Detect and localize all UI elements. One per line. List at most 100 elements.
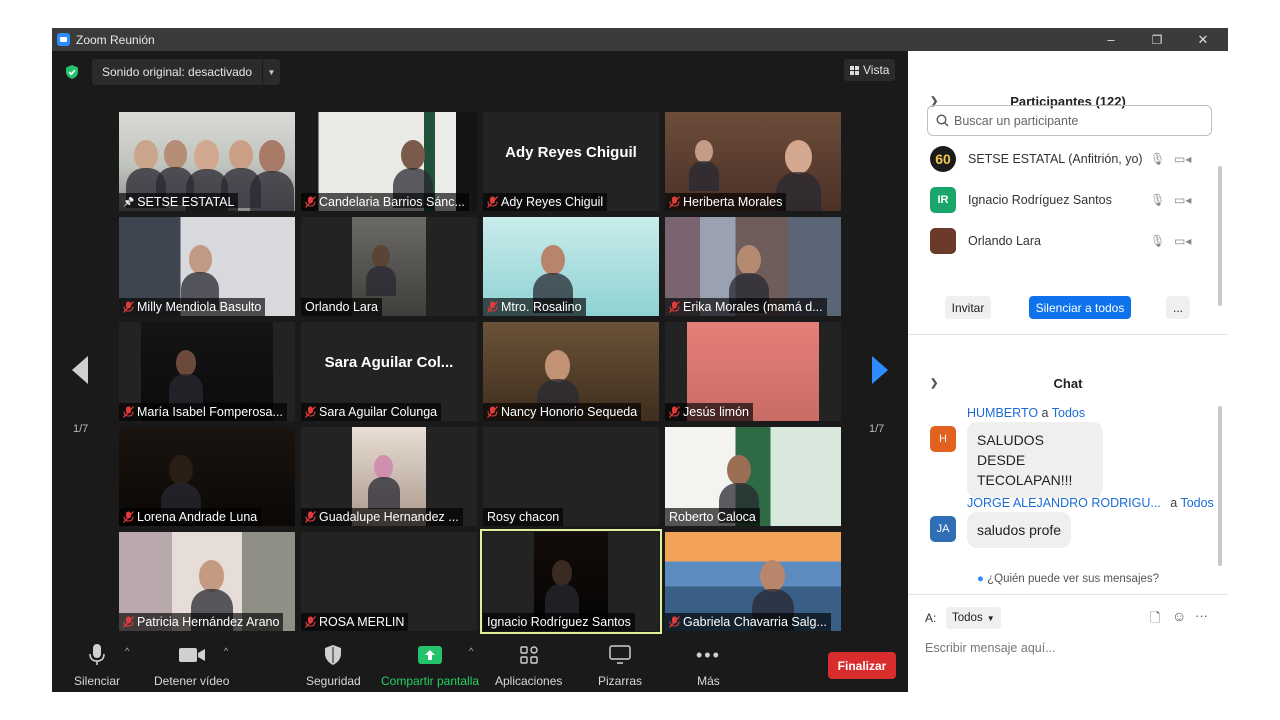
video-camera-icon xyxy=(178,648,205,662)
minimize-button[interactable]: – xyxy=(1088,28,1134,51)
microphone-icon[interactable]: 🎙 xyxy=(1150,193,1165,207)
muted-microphone-icon xyxy=(669,301,680,313)
encryption-shield-icon[interactable] xyxy=(65,65,79,79)
who-can-see-label: ¿Quién puede ver sus mensajes? xyxy=(987,573,1160,585)
share-options-caret-icon[interactable]: ^ xyxy=(469,646,473,656)
chat-sender: JORGE ALEJANDRO RODRIGU... a Todos xyxy=(967,496,1214,510)
previous-page-arrow-icon[interactable] xyxy=(72,356,88,384)
recipient-name: Todos xyxy=(1180,496,1214,510)
participant-tile[interactable]: Heriberta Morales xyxy=(665,112,841,211)
chat-scrollbar[interactable] xyxy=(1218,406,1222,566)
participant-row[interactable]: 60 SETSE ESTATAL (Anfitrión, yo) 🎙 ▭◂ xyxy=(930,145,1210,173)
close-button[interactable]: ✕ xyxy=(1180,28,1226,51)
participant-tile[interactable]: Jesús limón xyxy=(665,322,841,421)
participant-tile[interactable]: Rosy chacon xyxy=(483,427,659,526)
participants-more-button[interactable]: ... xyxy=(1166,296,1190,319)
muted-microphone-icon xyxy=(669,616,680,628)
participant-tile[interactable]: Candelaria Barrios Sánc... xyxy=(301,112,477,211)
participant-tile[interactable]: Gabriela Chavarria Salg... xyxy=(665,532,841,631)
mute-all-button[interactable]: Silenciar a todos xyxy=(1029,296,1131,319)
view-button[interactable]: Vista xyxy=(844,59,896,81)
participant-tile[interactable]: Nancy Honorio Sequeda xyxy=(483,322,659,421)
avatar: JA xyxy=(930,516,956,542)
chevron-down-icon[interactable]: ▼ xyxy=(262,59,280,85)
participant-tile[interactable]: 📌 SETSE ESTATAL xyxy=(119,112,295,211)
participant-search-input[interactable]: Buscar un participante xyxy=(927,105,1212,136)
participant-tile[interactable]: María Isabel Fomperosa... xyxy=(119,322,295,421)
recipient-name: Todos xyxy=(1051,406,1086,420)
muted-microphone-icon xyxy=(305,196,316,208)
participant-name: Erika Morales (mamá d... xyxy=(683,300,823,314)
participant-name: Guadalupe Hernandez ... xyxy=(319,510,459,524)
avatar: IR xyxy=(930,187,956,213)
person-silhouette xyxy=(785,140,812,174)
participant-name-tag: Guadalupe Hernandez ... xyxy=(301,508,463,526)
participant-tile[interactable]: Ignacio Rodríguez Santos xyxy=(480,529,662,634)
participant-tile[interactable]: Sara Aguilar Col... Sara Aguilar Colunga xyxy=(301,322,477,421)
person-silhouette xyxy=(401,140,425,170)
participant-tile[interactable]: Mtro. Rosalino xyxy=(483,217,659,316)
grid-view-icon xyxy=(850,65,859,75)
video-camera-icon[interactable]: ▭◂ xyxy=(1174,152,1191,166)
microphone-icon[interactable]: 🎙 xyxy=(1150,234,1165,248)
security-button[interactable]: Seguridad xyxy=(306,640,361,688)
recipient-select[interactable]: Todos ▼ xyxy=(946,607,1001,629)
person-silhouette xyxy=(552,560,573,586)
muted-microphone-icon xyxy=(123,406,134,418)
participant-name-tag: Mtro. Rosalino xyxy=(483,298,586,316)
search-placeholder: Buscar un participante xyxy=(954,113,1079,128)
original-sound-toggle[interactable]: Sonido original: desactivado ▼ xyxy=(92,59,280,85)
restore-button[interactable]: ❐ xyxy=(1134,28,1180,51)
file-icon[interactable]: 🗋 xyxy=(1150,609,1160,631)
participant-tile[interactable]: ROSA MERLIN xyxy=(301,532,477,631)
chat-message-input[interactable]: Escribir mensaje aquí... xyxy=(925,641,1056,655)
more-button[interactable]: ••• Más xyxy=(696,640,721,689)
participant-tile[interactable]: Lorena Andrade Luna xyxy=(119,427,295,526)
participant-tile[interactable]: Orlando Lara xyxy=(301,217,477,316)
participant-display-name: Ady Reyes Chiguil xyxy=(505,144,637,161)
audio-options-caret-icon[interactable]: ^ xyxy=(125,646,129,656)
participant-name: ROSA MERLIN xyxy=(319,615,405,629)
participant-tile[interactable]: Guadalupe Hernandez ... xyxy=(301,427,477,526)
participant-name-tag: ROSA MERLIN xyxy=(301,613,409,631)
side-panel: ❯ Participantes (122) Buscar un particip… xyxy=(908,51,1228,692)
person-silhouette xyxy=(545,350,571,382)
video-options-caret-icon[interactable]: ^ xyxy=(224,646,228,656)
muted-microphone-icon xyxy=(305,616,316,628)
participant-name-tag: 📌 SETSE ESTATAL xyxy=(119,193,239,211)
sender-name[interactable]: JORGE ALEJANDRO RODRIGU... xyxy=(967,496,1161,510)
whiteboards-button[interactable]: Pizarras xyxy=(598,640,642,688)
original-sound-label: Sonido original: desactivado xyxy=(102,65,253,79)
video-camera-icon[interactable]: ▭◂ xyxy=(1174,193,1191,207)
participant-tile[interactable]: Patricia Hernández Arano xyxy=(119,532,295,631)
participant-row[interactable]: IR Ignacio Rodríguez Santos 🎙 ▭◂ xyxy=(930,186,1210,214)
who-can-see-messages-link[interactable]: ● ¿Quién puede ver sus mensajes? xyxy=(908,573,1228,585)
end-meeting-button[interactable]: Finalizar xyxy=(828,652,896,679)
muted-microphone-icon xyxy=(487,301,498,313)
participant-tile[interactable]: Ady Reyes Chiguil Ady Reyes Chiguil xyxy=(483,112,659,211)
person-silhouette xyxy=(134,140,158,170)
apps-label: Aplicaciones xyxy=(495,674,563,688)
participant-tile[interactable]: Erika Morales (mamá d... xyxy=(665,217,841,316)
sender-name[interactable]: HUMBERTO xyxy=(967,406,1038,420)
chat-more-icon[interactable]: ··· xyxy=(1195,608,1208,623)
share-screen-icon xyxy=(418,646,443,664)
collapse-chat-chevron-icon[interactable]: ❯ xyxy=(930,378,938,389)
next-page-arrow-icon[interactable] xyxy=(872,356,888,384)
emoji-icon[interactable]: ☺ xyxy=(1172,608,1186,624)
video-camera-icon[interactable]: ▭◂ xyxy=(1174,234,1191,248)
person-silhouette xyxy=(695,140,713,163)
apps-button[interactable]: Aplicaciones xyxy=(495,640,562,688)
participant-tile[interactable]: Milly Mendiola Basulto xyxy=(119,217,295,316)
person-silhouette xyxy=(259,140,286,173)
participant-tile[interactable]: Roberto Caloca xyxy=(665,427,841,526)
invite-button[interactable]: Invitar xyxy=(945,296,991,319)
stop-video-button[interactable]: Detener vídeo xyxy=(154,640,229,688)
share-screen-button[interactable]: Compartir pantalla xyxy=(381,640,479,688)
microphone-icon[interactable]: 🎙 xyxy=(1150,152,1165,166)
participant-row[interactable]: Orlando Lara 🎙 ▭◂ xyxy=(930,227,1210,255)
participants-scrollbar[interactable] xyxy=(1218,166,1222,306)
recipient-value: Todos xyxy=(952,612,983,624)
mute-button[interactable]: Silenciar xyxy=(74,640,120,688)
apps-icon xyxy=(519,646,538,664)
